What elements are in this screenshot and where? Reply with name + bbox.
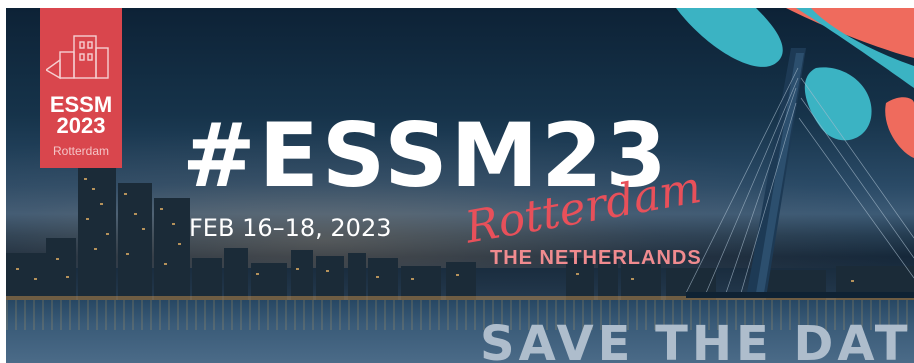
erasmus-bridge-illustration <box>686 48 914 298</box>
rotterdam-skyline-logo-icon <box>46 35 109 80</box>
event-date: FEB 16–18, 2023 <box>189 214 392 242</box>
logo-title-line1: ESSM <box>49 92 113 117</box>
country-label: THE NETHERLANDS <box>490 247 702 269</box>
essm-logo-badge: ESSM 2023 Rotterdam <box>40 8 122 168</box>
event-banner: ESSM 2023 Rotterdam #ESSM23 FEB 16–18, 2… <box>6 8 914 363</box>
logo-city: Rotterdam <box>52 144 110 158</box>
save-the-date-heading: SAVE THE DATE <box>480 316 914 363</box>
logo-title-line2: 2023 <box>56 113 106 138</box>
